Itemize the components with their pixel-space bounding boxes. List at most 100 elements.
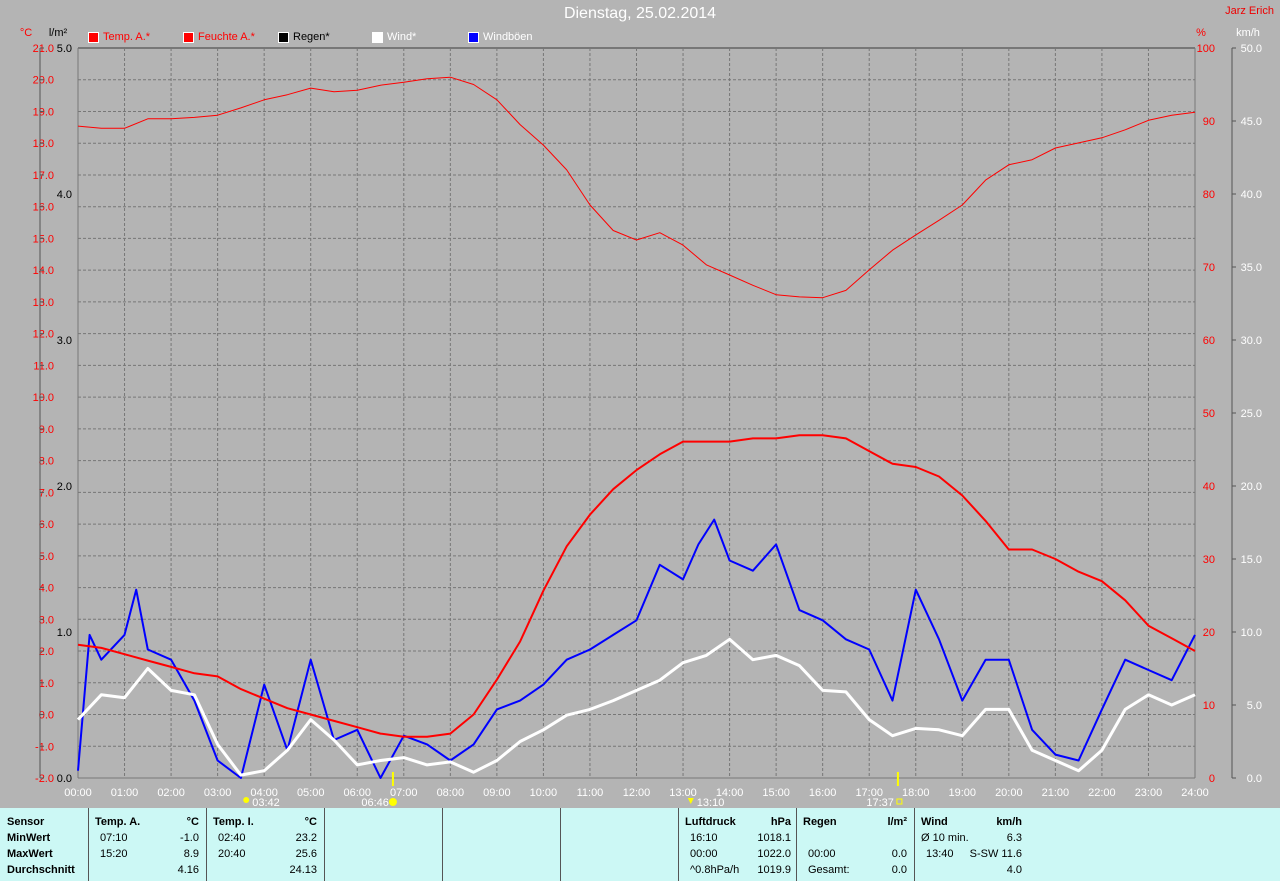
pressure-time: 00:00 (690, 848, 718, 860)
legend-label: Feuchte A.* (198, 31, 255, 43)
temp_a-unit: °C (186, 816, 199, 828)
legend-swatch (278, 31, 289, 43)
rain-value: 0.0 (891, 864, 907, 876)
table-divider (206, 808, 207, 881)
rain-tick-label: 1.0 (57, 627, 72, 639)
temp_i-value: 24.13 (289, 864, 317, 876)
pressure-time: ^0.8hPa/h (690, 864, 740, 876)
table-divider (324, 808, 325, 881)
temp-tick-label: 18.0 (33, 138, 54, 150)
temp-tick-label: 14.0 (33, 265, 54, 277)
temp_i-value: 25.6 (295, 848, 317, 860)
wind-tick-label: 40.0 (1241, 189, 1262, 201)
temp-tick-label: 4.0 (39, 583, 54, 595)
x-tick-label: 02:00 (157, 787, 185, 799)
legend-label: Regen* (293, 31, 330, 43)
table-divider (88, 808, 89, 881)
sunset-label: 17:37 (866, 797, 894, 808)
pressure-value: 1022.0 (757, 848, 791, 860)
humidity-tick-label: 80 (1203, 189, 1215, 201)
x-tick-label: 00:00 (64, 787, 92, 799)
temp-tick-label: 20.0 (33, 75, 54, 87)
temp-tick-label: 8.0 (39, 456, 54, 468)
legend-swatch (183, 31, 194, 43)
rain-time: 00:00 (808, 848, 836, 860)
rain-unit: l/m² (887, 816, 907, 828)
temp_a-value: 8.9 (183, 848, 199, 860)
wind-title: Wind (921, 816, 948, 828)
x-tick-label: 05:00 (297, 787, 325, 799)
temp-tick-label: 7.0 (39, 487, 54, 499)
x-tick-label: 18:00 (902, 787, 930, 799)
temp-tick-label: -1.0 (35, 741, 54, 753)
x-tick-label: 09:00 (483, 787, 511, 799)
temp_a-title: Temp. A. (95, 816, 141, 828)
temp-tick-label: 17.0 (33, 170, 54, 182)
temp-unit-label: °C (20, 27, 32, 39)
wind-tick-label: 0.0 (1247, 773, 1262, 785)
rain-unit-label: l/m² (49, 27, 68, 39)
temp_a-time: 15:20 (100, 848, 128, 860)
legend-swatch (372, 31, 383, 43)
legend-label: Temp. A.* (103, 31, 151, 43)
legend-item: Regen* (278, 31, 330, 43)
x-tick-label: 11:00 (577, 787, 604, 799)
wind-unit-label: km/h (1236, 27, 1260, 39)
moonrise-icon (243, 797, 250, 803)
rain-tick-label: 3.0 (57, 335, 72, 347)
x-tick-label: 10:00 (530, 787, 558, 799)
x-tick-label: 20:00 (995, 787, 1023, 799)
temp-tick-label: 12.0 (33, 329, 54, 341)
rain-tick-label: 5.0 (57, 43, 72, 55)
humidity-tick-label: 20 (1203, 627, 1215, 639)
wind-tick-label: 30.0 (1241, 335, 1262, 347)
chart-title: Dienstag, 25.02.2014 (563, 5, 717, 22)
sunset-icon (896, 798, 903, 805)
wind-tick-label: 45.0 (1241, 116, 1262, 128)
author-label: Jarz Erich (1225, 5, 1274, 17)
pressure-unit: hPa (770, 816, 791, 828)
wind-tick-label: 10.0 (1241, 627, 1262, 639)
wind-tick-label: 50.0 (1241, 43, 1262, 55)
temp-tick-label: 3.0 (39, 614, 54, 626)
sun-icon (388, 798, 397, 806)
weather-chart: -2.0-1.00.01.02.03.04.05.06.07.08.09.010… (20, 27, 1262, 808)
x-tick-label: 12:00 (623, 787, 651, 799)
table-divider (914, 808, 915, 881)
temp_i-title: Temp. I. (213, 816, 254, 828)
humidity-tick-label: 0 (1209, 773, 1215, 785)
temp-tick-label: 5.0 (39, 551, 54, 563)
x-tick-label: 13:00 (669, 787, 697, 799)
legend-swatch (88, 31, 99, 43)
rain-tick-label: 4.0 (57, 189, 72, 201)
wind-time: Ø 10 min. (921, 832, 969, 844)
legend-item: Temp. A.* (88, 31, 150, 43)
wind-tick-label: 15.0 (1241, 554, 1262, 566)
temp-tick-label: 2.0 (39, 646, 54, 658)
legend-swatch (468, 31, 479, 43)
x-tick-label: 08:00 (437, 787, 465, 799)
rain-title: Regen (803, 816, 837, 828)
x-tick-label: 23:00 (1135, 787, 1163, 799)
moonrise-label: 03:42 (252, 797, 280, 808)
temp_i-time: 20:40 (218, 848, 246, 860)
temp_i-unit: °C (304, 816, 317, 828)
temp-tick-label: 6.0 (39, 519, 54, 531)
legend-label: Wind* (387, 31, 417, 43)
wind-value: 4.0 (1006, 864, 1022, 876)
pressure-value: 1019.9 (757, 864, 791, 876)
x-tick-label: 15:00 (762, 787, 790, 799)
x-tick-label: 22:00 (1088, 787, 1116, 799)
legend-item: Feuchte A.* (183, 31, 255, 43)
temp-tick-label: 0.0 (39, 710, 54, 722)
pressure-time: 16:10 (690, 832, 718, 844)
rain-tick-label: 0.0 (57, 773, 72, 785)
wind-tick-label: 20.0 (1241, 481, 1262, 493)
legend-item: Windböen (468, 31, 533, 43)
rain-time: Gesamt: (808, 864, 850, 876)
temp-tick-label: 13.0 (33, 297, 54, 309)
wind-time: 13:40 (926, 848, 954, 860)
pressure-value: 1018.1 (757, 832, 791, 844)
legend-label: Windböen (483, 31, 533, 43)
table-divider (678, 808, 679, 881)
